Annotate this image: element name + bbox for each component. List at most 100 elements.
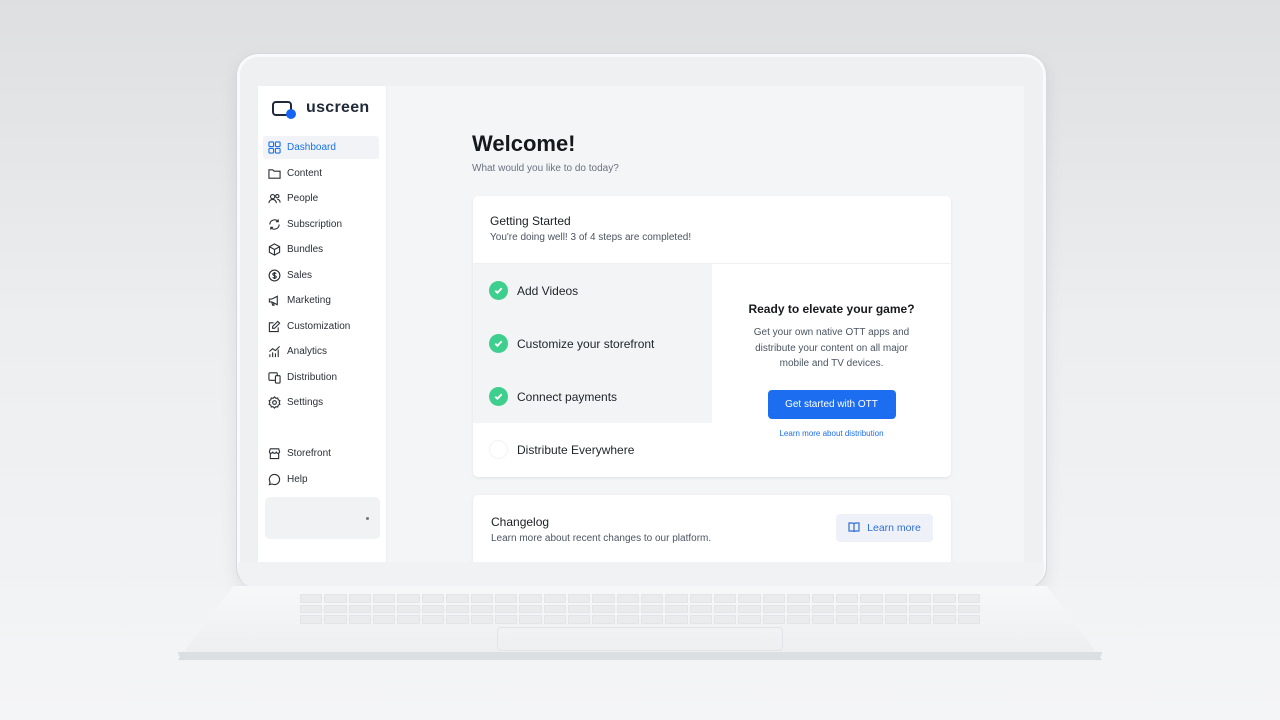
sidebar-item-label: Settings: [287, 397, 324, 408]
keyboard-key: [738, 594, 761, 603]
keyboard-key: [567, 594, 591, 603]
keyboard-key: [446, 604, 469, 614]
step-customize-storefront[interactable]: Customize your storefront: [473, 317, 712, 370]
app-screen: uscreen Dashboard Content People Subscri…: [258, 86, 1024, 562]
laptop-bezel-bottom: [238, 562, 1044, 588]
laptop-trackpad: [497, 627, 783, 651]
keyboard-key: [860, 615, 883, 624]
keyboard-key: [300, 594, 323, 603]
keyboard-key: [738, 615, 761, 624]
step-connect-payments[interactable]: Connect payments: [473, 370, 712, 423]
ott-description: Get your own native OTT apps and distrib…: [753, 327, 910, 369]
learn-more-distribution-link[interactable]: Learn more about distribution: [712, 429, 951, 438]
sidebar-item-label: Sales: [287, 269, 313, 281]
keyboard-key: [762, 594, 786, 603]
chart-icon: [267, 345, 281, 359]
keyboard-key: [957, 604, 980, 614]
keyboard-key: [714, 594, 737, 603]
step-add-videos[interactable]: Add Videos: [473, 264, 712, 317]
keyboard-key: [373, 604, 396, 614]
box-icon: [267, 243, 281, 257]
keyboard-key: [300, 615, 323, 624]
keyboard-key: [811, 594, 834, 603]
keyboard-key: [543, 594, 566, 603]
keyboard-key: [421, 604, 445, 614]
ott-promo: Ready to elevate your game? Get your own…: [712, 264, 951, 476]
keyboard-key: [835, 604, 859, 614]
sidebar-item-analytics[interactable]: Analytics: [263, 340, 379, 363]
sidebar-item-bundles[interactable]: Bundles: [263, 238, 379, 261]
sidebar-item-label: Analytics: [287, 346, 328, 357]
changelog-description: Learn more about recent changes to our p…: [491, 533, 712, 544]
keyboard-key: [519, 604, 542, 614]
main-nav: Dashboard Content People Subscription Bu…: [263, 136, 379, 417]
keyboard-key: [592, 615, 615, 624]
sidebar-item-help[interactable]: Help: [263, 468, 379, 491]
keyboard-key: [689, 615, 713, 624]
page-subtitle: What would you like to do today?: [472, 163, 619, 174]
empty-check-icon: [489, 440, 508, 459]
step-label: Customize your storefront: [517, 336, 655, 351]
sidebar-item-distribution[interactable]: Distribution: [263, 366, 379, 389]
sidebar-item-people[interactable]: People: [263, 187, 379, 210]
sidebar-item-storefront[interactable]: Storefront: [263, 442, 379, 465]
keyboard-key: [470, 604, 493, 614]
sidebar-item-sales[interactable]: Sales: [263, 264, 379, 287]
keyboard-key: [324, 594, 347, 603]
keyboard-key: [567, 615, 591, 624]
sidebar-item-label: People: [287, 193, 319, 204]
account-switcher[interactable]: [265, 497, 380, 539]
keyboard-key: [957, 594, 980, 603]
get-started-ott-button[interactable]: Get started with OTT: [767, 389, 896, 419]
keyboard-key: [884, 615, 907, 624]
sidebar-item-dashboard[interactable]: Dashboard: [263, 136, 379, 159]
chat-icon: [267, 472, 281, 486]
keyboard-key: [641, 604, 664, 614]
sidebar-item-settings[interactable]: Settings: [263, 391, 379, 414]
edit-icon: [267, 319, 281, 333]
keyboard-key: [324, 615, 347, 624]
changelog-learn-more-button[interactable]: Learn more: [836, 514, 933, 542]
sidebar-item-customization[interactable]: Customization: [263, 315, 379, 338]
keyboard-key: [787, 615, 810, 624]
uscreen-logo-icon: [272, 98, 298, 119]
keyboard-key: [324, 604, 347, 614]
sidebar-item-label: Subscription: [287, 218, 343, 230]
keyboard-key: [641, 594, 664, 603]
keyboard-key: [835, 615, 859, 624]
keyboard-key: [689, 604, 713, 614]
keyboard-key: [567, 604, 591, 614]
brand-name: uscreen: [306, 99, 370, 116]
keyboard-key: [714, 615, 737, 624]
grid-icon: [267, 141, 281, 155]
keyboard-key: [787, 604, 810, 614]
sidebar-item-label: Storefront: [287, 448, 331, 459]
keyboard-key: [860, 594, 883, 603]
step-distribute-everywhere[interactable]: Distribute Everywhere: [473, 423, 712, 476]
sidebar-item-label: Marketing: [287, 295, 331, 306]
step-label: Distribute Everywhere: [517, 442, 635, 457]
keyboard-key: [519, 615, 542, 624]
people-icon: [267, 192, 281, 206]
sidebar-item-label: Bundles: [287, 244, 324, 255]
check-icon: [489, 334, 508, 353]
keyboard-key: [348, 594, 372, 603]
keyboard-key: [860, 604, 883, 614]
keyboard-key: [494, 604, 518, 614]
keyboard-key: [641, 615, 664, 624]
page-title: Welcome!: [472, 131, 576, 156]
sidebar: uscreen Dashboard Content People Subscri…: [258, 86, 387, 562]
keyboard-key: [446, 615, 469, 624]
keyboard-key: [933, 615, 956, 624]
sidebar-item-content[interactable]: Content: [263, 162, 379, 185]
sidebar-item-marketing[interactable]: Marketing: [263, 289, 379, 312]
uscreen-logo[interactable]: uscreen: [272, 98, 370, 119]
sidebar-item-label: Content: [287, 167, 323, 179]
keyboard-key: [908, 594, 932, 603]
keyboard-key: [908, 604, 932, 614]
dollar-icon: [267, 268, 281, 282]
sidebar-item-subscription[interactable]: Subscription: [263, 213, 379, 236]
laptop-base-edge: [178, 652, 1102, 660]
keyboard-key: [397, 604, 420, 614]
keyboard-key: [470, 594, 493, 603]
